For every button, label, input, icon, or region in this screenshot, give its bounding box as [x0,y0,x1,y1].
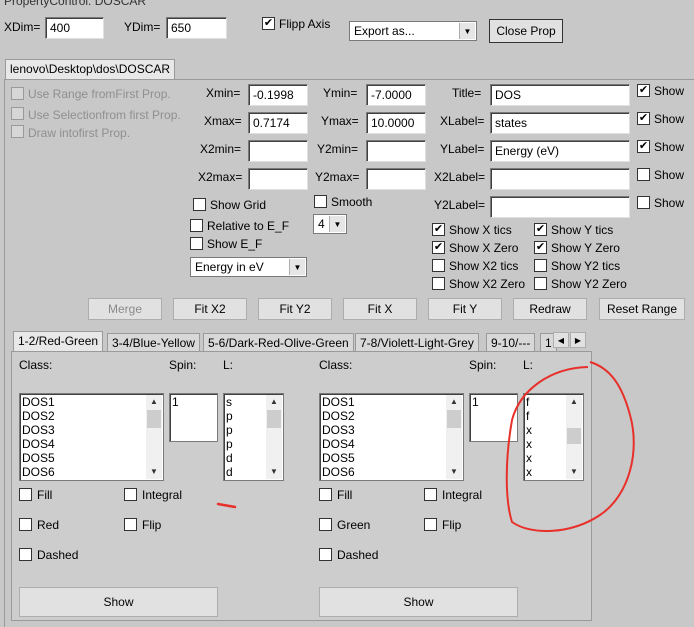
red-annotation [216,361,635,532]
red-dash-annotation [216,502,237,509]
red-circle-annotation [505,361,635,532]
